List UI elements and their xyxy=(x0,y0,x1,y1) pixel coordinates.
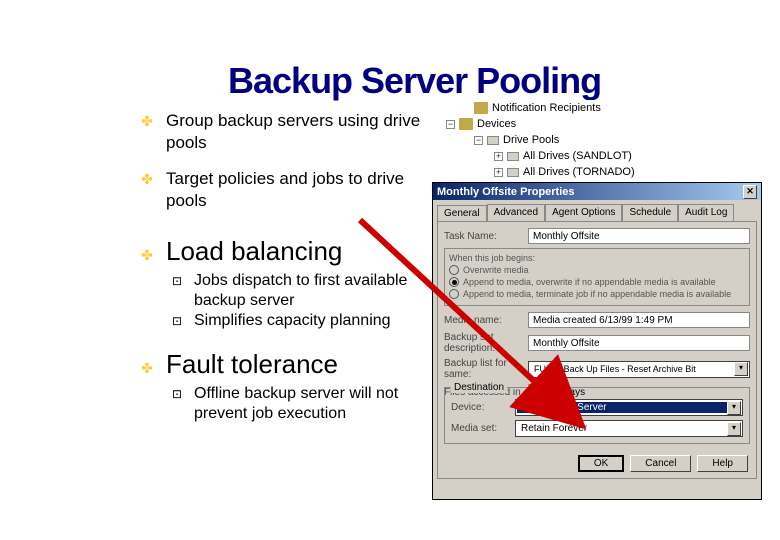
tab-schedule[interactable]: Schedule xyxy=(622,204,678,221)
chevron-down-icon[interactable]: ▾ xyxy=(734,362,748,376)
slide-title: Backup Server Pooling xyxy=(228,60,601,102)
properties-dialog: Monthly Offsite Properties ✕ General Adv… xyxy=(432,182,762,500)
when-job-begins-group: When this job begins: Overwrite media Ap… xyxy=(444,248,750,306)
mediaset-label: Media set: xyxy=(451,423,509,434)
tab-agent-options[interactable]: Agent Options xyxy=(545,204,622,221)
ok-button[interactable]: OK xyxy=(578,455,624,472)
bullet-icon: ✤ xyxy=(138,168,156,190)
backup-list-select[interactable]: FULL - Back Up Files - Reset Archive Bit… xyxy=(528,361,750,378)
cancel-button[interactable]: Cancel xyxy=(630,455,691,472)
tree-label: All Drives (SANDLOT) xyxy=(523,150,632,162)
tree-item[interactable]: − Devices xyxy=(446,116,762,132)
subbullet-icon: ⊡ xyxy=(172,384,186,404)
destination-group: Destination Device: Any Backup Server ▾ … xyxy=(444,387,750,444)
expand-icon[interactable]: + xyxy=(494,152,503,161)
collapse-icon[interactable]: − xyxy=(446,120,455,129)
destination-legend: Destination xyxy=(451,382,507,393)
bullet-text: Group backup servers using drive pools xyxy=(166,110,448,154)
mediaset-select[interactable]: Retain Forever ▾ xyxy=(515,420,743,437)
drive-pools-icon xyxy=(487,136,499,145)
dialog-buttons: OK Cancel Help xyxy=(578,455,748,472)
tree-view: Notification Recipients − Devices − Driv… xyxy=(432,100,762,182)
help-button[interactable]: Help xyxy=(697,455,748,472)
chevron-down-icon[interactable]: ▾ xyxy=(727,401,741,415)
tree-label: Drive Pools xyxy=(503,134,559,146)
device-label: Device: xyxy=(451,402,509,413)
right-pane: Notification Recipients − Devices − Driv… xyxy=(432,100,762,500)
tree-item[interactable]: Notification Recipients xyxy=(474,100,762,116)
backup-list-label: Backup list for same: xyxy=(444,358,522,380)
tree-label: Devices xyxy=(477,118,516,130)
bullet-icon: ✤ xyxy=(138,357,156,379)
collapse-icon[interactable]: − xyxy=(474,136,483,145)
folder-icon xyxy=(474,102,488,114)
subbullet-text: Offline backup server will not prevent j… xyxy=(194,384,448,424)
backup-set-input[interactable]: Monthly Offsite xyxy=(528,335,750,351)
radio-append-overwrite[interactable]: Append to media, overwrite if no appenda… xyxy=(449,277,745,287)
expand-icon[interactable]: + xyxy=(494,168,503,177)
heading: Fault tolerance xyxy=(166,349,338,380)
chevron-down-icon[interactable]: ▾ xyxy=(727,422,741,436)
radio-overwrite[interactable]: Overwrite media xyxy=(449,265,745,275)
devices-icon xyxy=(459,118,473,130)
subbullet-icon: ⊡ xyxy=(172,271,186,291)
subbullet-text: Simplifies capacity planning xyxy=(194,311,391,331)
device-select[interactable]: Any Backup Server ▾ xyxy=(515,399,743,416)
device-value: Any Backup Server xyxy=(517,402,727,413)
drive-icon xyxy=(507,168,519,177)
dialog-body: Task Name: Monthly Offsite When this job… xyxy=(437,221,757,479)
radio-append-terminate[interactable]: Append to media, terminate job if no app… xyxy=(449,289,745,299)
tree-item[interactable]: − Drive Pools xyxy=(474,132,762,148)
tree-item[interactable]: + All Drives (SANDLOT) xyxy=(494,148,762,164)
task-name-label: Task Name: xyxy=(444,231,522,242)
media-name-input[interactable]: Media created 6/13/99 1:49 PM xyxy=(528,312,750,328)
content-area: ✤ Group backup servers using drive pools… xyxy=(138,110,448,438)
drive-icon xyxy=(507,152,519,161)
tree-item[interactable]: + All Drives (TORNADO) xyxy=(494,164,762,180)
tree-label: Notification Recipients xyxy=(492,102,601,114)
backup-set-label: Backup set description: xyxy=(444,332,522,354)
tab-bar: General Advanced Agent Options Schedule … xyxy=(433,200,761,221)
dialog-titlebar[interactable]: Monthly Offsite Properties ✕ xyxy=(433,183,761,200)
tab-advanced[interactable]: Advanced xyxy=(487,204,545,221)
subbullet-icon: ⊡ xyxy=(172,311,186,331)
tree-label: All Drives (TORNADO) xyxy=(523,166,635,178)
task-name-input[interactable]: Monthly Offsite xyxy=(528,228,750,244)
radio-caption: When this job begins: xyxy=(449,253,745,263)
bullet-icon: ✤ xyxy=(138,244,156,266)
dialog-title: Monthly Offsite Properties xyxy=(437,186,575,198)
tab-general[interactable]: General xyxy=(437,205,487,222)
close-button[interactable]: ✕ xyxy=(743,185,757,199)
bullet-text: Target policies and jobs to drive pools xyxy=(166,168,448,212)
heading: Load balancing xyxy=(166,236,342,267)
tab-audit-log[interactable]: Audit Log xyxy=(678,204,734,221)
media-name-label: Media name: xyxy=(444,315,522,326)
bullet-icon: ✤ xyxy=(138,110,156,132)
subbullet-text: Jobs dispatch to first available backup … xyxy=(194,271,448,311)
